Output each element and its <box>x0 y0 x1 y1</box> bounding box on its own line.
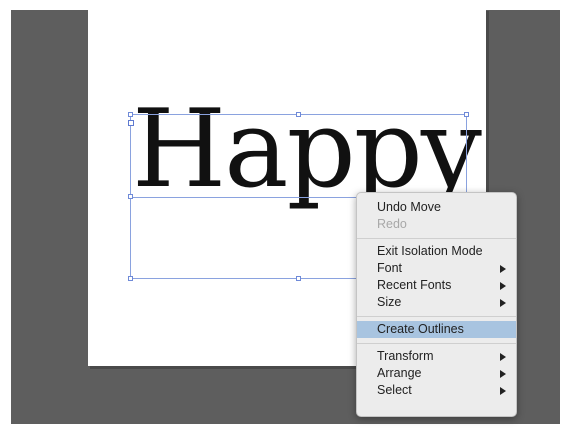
submenu-arrow-icon <box>500 370 506 378</box>
text-anchor-point[interactable] <box>128 120 134 126</box>
handle-bottom-middle[interactable] <box>296 276 301 281</box>
menu-item-label: Size <box>377 295 402 309</box>
menu-item-font[interactable]: Font <box>357 260 516 277</box>
menu-item-create-outlines[interactable]: Create Outlines <box>357 321 516 338</box>
menu-item-label: Create Outlines <box>377 322 464 336</box>
menu-item-arrange[interactable]: Arrange <box>357 365 516 382</box>
menu-separator <box>357 343 516 344</box>
handle-top-left[interactable] <box>128 112 133 117</box>
handle-top-right[interactable] <box>464 112 469 117</box>
menu-item-label: Font <box>377 261 403 275</box>
menu-item-recent-fonts[interactable]: Recent Fonts <box>357 277 516 294</box>
menu-item-transform[interactable]: Transform <box>357 348 516 365</box>
menu-item-label: Undo Move <box>377 200 441 214</box>
submenu-arrow-icon <box>500 265 506 273</box>
menu-item-undo-move[interactable]: Undo Move <box>357 199 516 216</box>
handle-bottom-left[interactable] <box>128 276 133 281</box>
submenu-arrow-icon <box>500 299 506 307</box>
handle-top-middle[interactable] <box>296 112 301 117</box>
submenu-arrow-icon <box>500 387 506 395</box>
menu-separator <box>357 238 516 239</box>
menu-item-label: Transform <box>377 349 434 363</box>
menu-item-label: Recent Fonts <box>377 278 452 292</box>
menu-separator <box>357 316 516 317</box>
menu-item-size[interactable]: Size <box>357 294 516 311</box>
menu-item-label: Exit Isolation Mode <box>377 244 483 258</box>
screenshot-frame: Happy Undo Move Redo Exit Isolation Mode Fo… <box>0 0 569 433</box>
submenu-arrow-icon <box>500 282 506 290</box>
context-menu: Undo Move Redo Exit Isolation Mode Font Rece… <box>356 192 517 417</box>
menu-item-select[interactable]: Select <box>357 382 516 399</box>
menu-item-label: Arrange <box>377 366 422 380</box>
submenu-arrow-icon <box>500 353 506 361</box>
menu-item-redo[interactable]: Redo <box>357 216 516 233</box>
menu-item-exit-isolation-mode[interactable]: Exit Isolation Mode <box>357 243 516 260</box>
handle-middle-left[interactable] <box>128 194 133 199</box>
menu-item-label: Select <box>377 383 412 397</box>
menu-item-label: Redo <box>377 217 407 231</box>
